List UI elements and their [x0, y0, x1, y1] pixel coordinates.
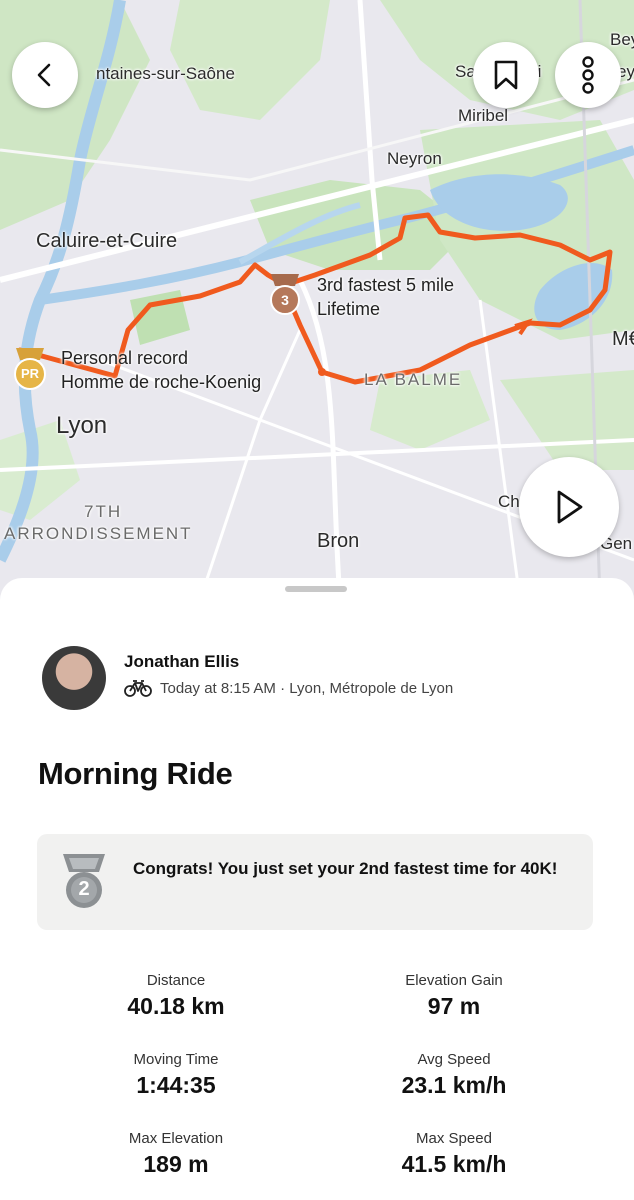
map-label-la-balme: LA BALME: [364, 370, 463, 389]
athlete-name[interactable]: Jonathan Ellis: [124, 652, 239, 672]
map-label-caluire: Caluire-et-Cuire: [36, 230, 178, 252]
stat-avg-speed: Avg Speed 23.1 km/h: [334, 1051, 574, 1099]
more-options-button[interactable]: [555, 42, 621, 108]
ride-meta: Today at 8:15 AM · Lyon, Métropole de Ly…: [124, 679, 453, 697]
stat-label: Distance: [146, 972, 206, 989]
sheet-drag-handle[interactable]: [285, 586, 347, 592]
back-button[interactable]: [12, 42, 78, 108]
athlete-avatar[interactable]: [42, 646, 106, 710]
third-callout-line2: Lifetime: [317, 299, 381, 319]
stat-elevation-gain: Elevation Gain 97 m: [334, 972, 574, 1020]
activity-detail-sheet: Jonathan Ellis Today at 8:15 AM · Lyon, …: [0, 578, 634, 1200]
bookmark-icon: [494, 60, 518, 90]
second-place-medal-icon: 2: [57, 852, 111, 915]
map-label-ch: Ch: [498, 492, 520, 511]
pr-badge-text: PR: [20, 366, 40, 381]
map-label-fontaines: ntaines-sur-Saône: [96, 64, 235, 83]
third-place-medal-icon[interactable]: 3: [266, 272, 304, 318]
stat-label: Max Elevation: [128, 1130, 224, 1147]
map-label-me: M€: [612, 328, 634, 350]
stat-value: 40.18 km: [127, 993, 225, 1019]
map-label-miribel: Miribel: [458, 106, 509, 125]
play-flyover-button[interactable]: [519, 457, 619, 557]
activity-title: Morning Ride: [38, 756, 233, 791]
map-label-neyron: Neyron: [387, 149, 442, 168]
congrats-text: Congrats! You just set your 2nd fastest …: [133, 859, 558, 878]
more-vertical-icon: [582, 56, 594, 94]
map-label-lyon: Lyon: [56, 412, 108, 439]
stat-moving-time: Moving Time 1:44:35: [56, 1051, 296, 1099]
third-callout-line1: 3rd fastest 5 mile: [317, 275, 455, 295]
third-badge-text: 3: [281, 292, 289, 308]
congrats-badge-text: 2: [78, 878, 90, 900]
map-label-district-2: ARRONDISSEMENT: [4, 524, 193, 543]
stat-value: 97 m: [427, 993, 481, 1019]
pr-medal-icon[interactable]: PR: [10, 346, 50, 392]
bookmark-button[interactable]: [473, 42, 539, 108]
stat-max-elevation: Max Elevation 189 m: [56, 1130, 296, 1178]
stat-label: Max Speed: [416, 1130, 492, 1147]
stat-label: Elevation Gain: [405, 972, 503, 989]
bike-icon: [124, 680, 152, 697]
stat-label: Avg Speed: [417, 1051, 491, 1068]
ride-meta-text: Today at 8:15 AM · Lyon, Métropole de Ly…: [160, 679, 454, 697]
pr-callout-line2: Homme de roche-Koenig: [61, 372, 262, 392]
stat-max-speed: Max Speed 41.5 km/h: [334, 1130, 574, 1178]
pr-callout-line1: Personal record: [61, 348, 189, 368]
stat-value: 41.5 km/h: [401, 1151, 507, 1177]
stat-distance: Distance 40.18 km: [56, 972, 296, 1020]
play-icon: [557, 490, 583, 524]
stat-label: Moving Time: [133, 1051, 219, 1068]
stat-value: 1:44:35: [136, 1072, 216, 1098]
chevron-left-icon: [37, 63, 51, 87]
activity-map[interactable]: ntaines-sur-Saône Sa ri Bey ey Miribel N…: [0, 0, 634, 600]
map-label-bron: Bron: [317, 530, 360, 552]
map-label-bey: Bey: [610, 30, 634, 49]
congrats-banner: 2 Congrats! You just set your 2nd fastes…: [37, 834, 593, 930]
stat-value: 23.1 km/h: [401, 1072, 507, 1098]
map-label-district-1: 7TH: [84, 502, 123, 521]
stat-value: 189 m: [143, 1151, 209, 1177]
